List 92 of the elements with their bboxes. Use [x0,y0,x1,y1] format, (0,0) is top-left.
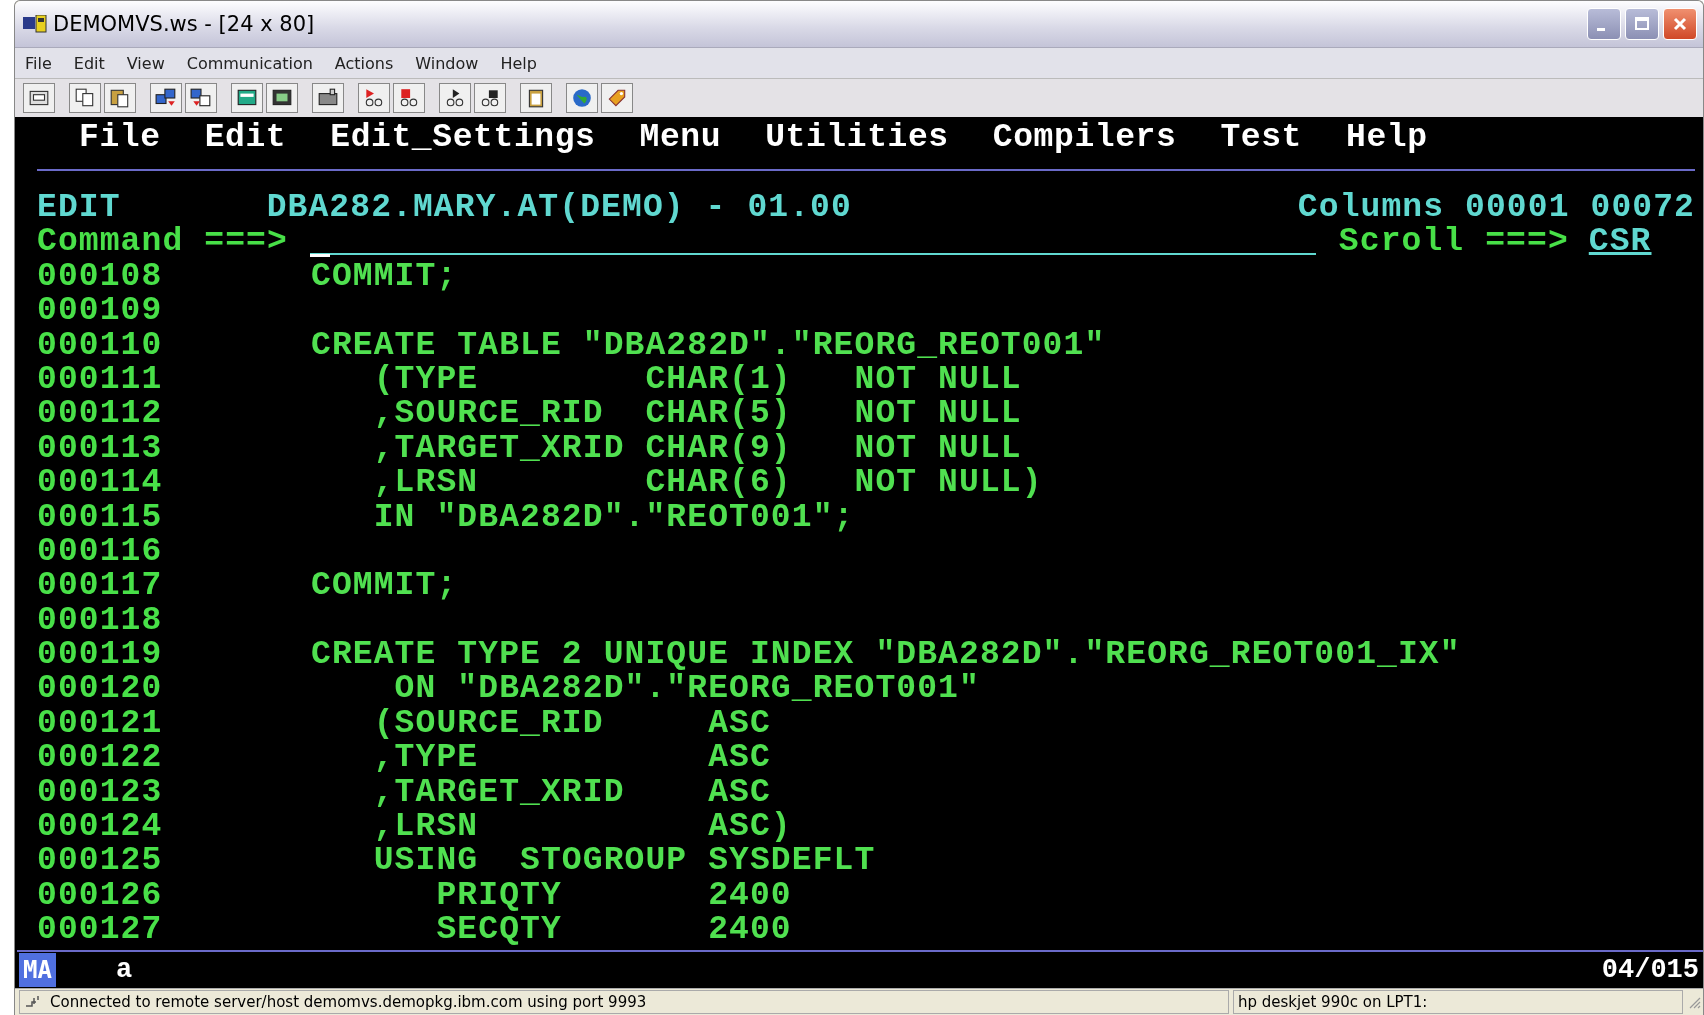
line-number: 000123 [37,775,164,811]
window-title: DEMOMVS.ws - [24 x 80] [53,12,316,36]
window-menu-entry[interactable]: Communication [186,53,313,73]
line-number: 000114 [37,466,164,501]
printer-status: hp deskjet 990c on LPT1: [1238,993,1428,1011]
command-label: Command ===> [37,225,288,260]
code-line: ,LRSN ASC) [372,810,792,845]
line-number: 000111 [37,362,164,398]
line-number: 000126 [37,878,164,914]
stop-icon [398,87,420,109]
toolbar-button[interactable] [69,83,101,113]
terminal-menu-item[interactable]: Compilers [992,121,1177,157]
window-menu-entry[interactable]: Help [500,53,537,73]
session-indicator: MA [19,952,56,988]
window-menu-entry[interactable]: Edit [73,53,105,73]
line-number: 000109 [37,294,164,329]
line-number: 000116 [37,534,164,570]
toolbar-button[interactable] [393,83,425,113]
terminal-menu-item[interactable]: Utilities [765,121,949,157]
toolbar-button[interactable] [358,83,390,113]
toolbar-button[interactable] [23,83,55,113]
minimize-icon [1597,27,1605,31]
terminal-menu-item[interactable]: Edit [204,121,287,157]
line-number: 000120 [37,672,164,707]
line-number: 000127 [37,913,164,948]
toolbar-button[interactable] [266,83,298,113]
cursor-position: 04/015 [1601,953,1699,987]
toolbar-button[interactable] [231,83,263,113]
terminal-menu-item[interactable]: File [79,121,161,157]
toolbar-button[interactable] [185,83,217,113]
maximize-button[interactable] [1625,8,1659,40]
toolbar-button[interactable] [439,83,471,113]
code-line: ,SOURCE_RID CHAR(5) NOT NULL [372,397,1022,432]
columns-indicator: Columns 00001 00072 [1297,191,1695,226]
code-line: SECQTY 2400 [435,913,792,948]
code-line: (SOURCE_RID ASC [372,706,771,742]
toolbar-button[interactable] [150,83,182,113]
terminal-menu-item[interactable]: Test [1220,121,1303,157]
line-number: 000115 [37,500,164,535]
code-line: ON "DBA282D"."REORG_REOT001" [393,672,980,707]
minimize-button[interactable] [1587,8,1621,40]
screens-arrow-down-icon [190,87,212,109]
code-line: CREATE TYPE 2 UNIQUE INDEX "DBA282D"."REORG_REOT001_IX" [311,638,1461,673]
code-line: COMMIT; [311,569,458,604]
mode-label: EDIT [37,191,121,226]
code-line: (TYPE CHAR(1) NOT NULL [372,362,1022,398]
resize-grip-icon[interactable] [1687,995,1701,1009]
toolbar-button[interactable] [104,83,136,113]
copy-icon [74,87,96,109]
close-button[interactable] [1663,8,1697,40]
paste-icon [109,87,131,109]
code-line: PRIQTY 2400 [435,878,792,914]
code-line: COMMIT; [311,259,458,295]
terminal-app-icon [23,15,47,33]
terminal-menu-item[interactable]: Edit_Settings [330,121,596,157]
line-number: 000124 [37,810,164,845]
window-menu-entry[interactable]: Window [415,53,479,73]
window-menu-entry[interactable]: Actions [334,53,394,73]
window-menu-entry[interactable]: File [25,53,52,73]
line-number: 000113 [37,431,164,467]
record-icon [363,87,385,109]
code-line: ,TARGET_XRID ASC [372,775,771,811]
code-line: IN "DBA282D"."REOT001"; [372,500,855,535]
scroll-label: Scroll ===> [1338,225,1569,260]
line-number: 000110 [37,328,164,363]
toolbar-button[interactable] [520,83,552,113]
terminal-menu-item[interactable]: Help [1346,121,1428,157]
dataset-name: DBA282.MARY.AT(DEMO) - 01.00 [266,191,852,226]
scroll-amount-field[interactable]: CSR [1588,225,1672,260]
screens-arrow-up-icon [155,87,177,109]
globe-icon [571,87,593,109]
line-number: 000117 [37,569,164,604]
code-line: ,LRSN CHAR(6) NOT NULL) [372,466,1043,501]
status-message: Connected to remote server/host demomvs.demopkg.ibm.com using port 9993 [50,993,647,1011]
line-number: 000108 [37,259,164,295]
toolbar-button[interactable] [312,83,344,113]
line-number: 000125 [37,844,164,879]
terminal-menu-item[interactable]: Menu [639,121,722,157]
toolbar-button[interactable] [474,83,506,113]
line-number: 000112 [37,397,164,432]
line-number: 000119 [37,638,164,673]
code-line: ,TARGET_XRID CHAR(9) NOT NULL [372,431,1022,467]
line-number: 000122 [37,741,164,776]
tag-icon [606,87,628,109]
code-line: ,TYPE ASC [372,741,771,776]
code-line: CREATE TABLE "DBA282D"."REORG_REOT001" [311,328,1106,363]
input-mode-indicator: a [115,953,133,987]
line-number: 000121 [37,706,164,742]
window-menu-entry[interactable]: View [126,53,165,73]
code-line: USING STOGROUP SYSDEFLT [372,844,876,879]
play-icon [444,87,466,109]
line-number: 000118 [37,603,164,639]
